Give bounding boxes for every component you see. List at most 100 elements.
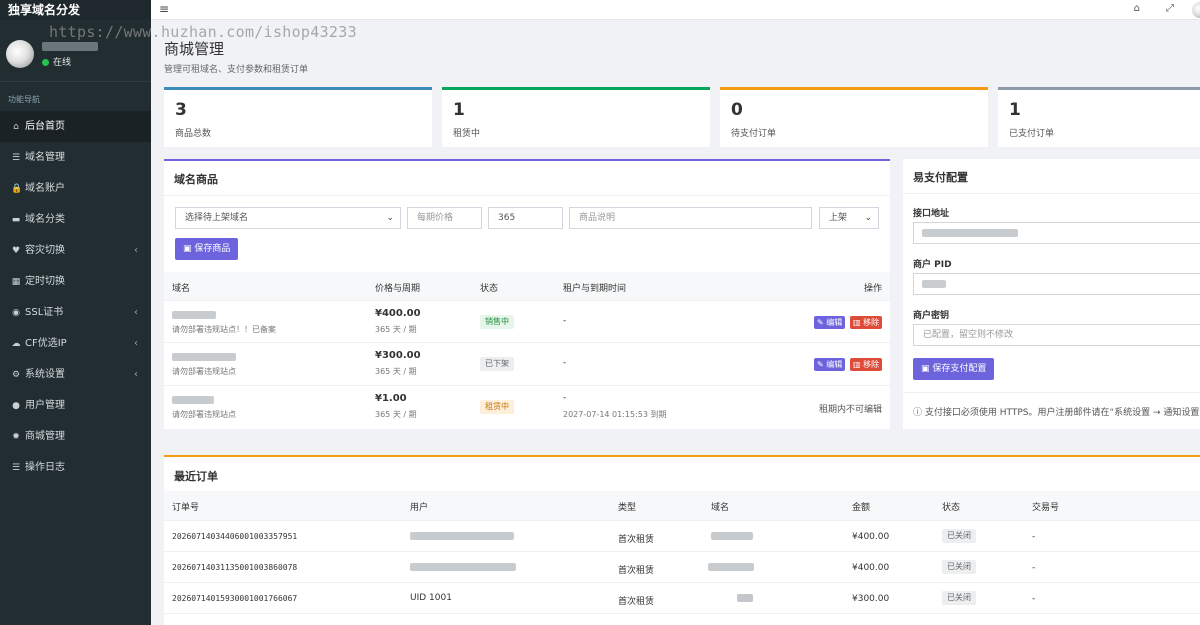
menu-toggle-icon[interactable]: ≡ <box>159 2 169 16</box>
product-price: ¥1.00 <box>375 393 407 404</box>
product-note: 请勿部署违规站点 <box>172 410 236 419</box>
stat-label: 待支付订单 <box>731 129 777 139</box>
status-badge: 租赁中 <box>480 400 514 414</box>
save-product-button[interactable]: ▣ 保存商品 <box>175 238 239 260</box>
domain-select[interactable]: 选择待上架域名 ⌄ <box>175 207 401 229</box>
domain-blurred <box>711 532 753 540</box>
trade-no: - <box>1032 563 1036 573</box>
calendar-icon: ▦ <box>11 277 21 287</box>
sidebar-item-calendar[interactable]: ▦ 定时切换 <box>0 266 151 297</box>
chevron-down-icon: ⌄ <box>386 213 394 223</box>
key-input[interactable]: 已配置，留空则不修改 <box>913 324 1200 346</box>
api-url-blurred <box>922 229 1018 237</box>
remove-button[interactable]: ▥ 移除 <box>850 316 883 329</box>
col-order-id: 订单号 <box>172 503 200 513</box>
order-amount: ¥400.00 <box>852 532 890 542</box>
sidebar-item-heartbeat[interactable]: ♥ 容灾切换 ‹ <box>0 235 151 266</box>
sidebar-item-label: CF优选IP <box>25 338 67 349</box>
remove-button[interactable]: ▥ 移除 <box>850 358 883 371</box>
sidebar-item-gear[interactable]: ✹ 商城管理 <box>0 421 151 452</box>
sidebar-item-user[interactable]: ● 用户管理 <box>0 390 151 421</box>
tenant: - <box>563 393 567 403</box>
topbar: ≡ ⌂ ⤢ <box>151 0 1200 20</box>
main-content: 商城管理 管理可租域名、支付参数和租赁订单 3 商品总数 1 租赁中 0 待支付… <box>151 20 1200 625</box>
orders-title: 最近订单 <box>174 470 218 483</box>
days-input[interactable]: 365 <box>488 207 563 229</box>
stat-value: 1 <box>453 100 465 120</box>
col-price: 价格与周期 <box>375 284 421 294</box>
avatar <box>6 40 34 68</box>
save-payment-button[interactable]: ▣ 保存支付配置 <box>913 358 995 380</box>
product-price: ¥300.00 <box>375 350 421 361</box>
sidebar-item-label: 定时切换 <box>25 276 65 287</box>
sidebar-item-folder[interactable]: ▬ 域名分类 <box>0 204 151 235</box>
pid-blurred <box>922 280 946 288</box>
sidebar-item-label: 后台首页 <box>25 121 65 132</box>
sidebar-item-lock[interactable]: 🔒 域名账户 <box>0 173 151 204</box>
fullscreen-icon[interactable]: ⤢ <box>1166 3 1174 14</box>
price-input[interactable]: 每期价格 <box>407 207 482 229</box>
pid-input[interactable] <box>913 273 1200 295</box>
home-icon[interactable]: ⌂ <box>1134 3 1140 14</box>
orders-box: 最近订单 订单号 用户 类型 域名 金额 状态 交易号 202607140344… <box>164 455 1200 625</box>
online-dot-icon <box>42 59 49 66</box>
domain-blurred <box>172 396 214 404</box>
domain-blurred <box>172 311 216 319</box>
product-note: 请勿部署违规站点 <box>172 367 236 376</box>
sidebar-item-cloud[interactable]: ☁ CF优选IP ‹ <box>0 328 151 359</box>
divider <box>164 385 890 386</box>
col-domain: 域名 <box>711 503 730 513</box>
folder-icon: ▬ <box>11 215 21 225</box>
sidebar-item-label: SSL证书 <box>25 307 64 318</box>
divider <box>164 613 1200 614</box>
expire-time: 2027-07-14 01:15:53 到期 <box>563 410 667 419</box>
product-period: 365 天 / 期 <box>375 367 417 376</box>
status-select[interactable]: 上架 ⌄ <box>819 207 879 229</box>
nav-list: ⌂ 后台首页 ☰ 域名管理 🔒 域名账户 ▬ 域名分类 ♥ 容灾切换 ‹ ▦ 定时切换 ◉ SSL证书 ‹ ☁ C… <box>0 111 151 483</box>
payment-config-box: 易支付配置 接口地址 商户 PID 商户密钥 已配置，留空则不修改 ▣ 保存支付… <box>903 159 1200 429</box>
col-trade-no: 交易号 <box>1032 503 1060 513</box>
top-avatar[interactable] <box>1192 2 1200 18</box>
sidebar-item-home[interactable]: ⌂ 后台首页 <box>0 111 151 142</box>
edit-button[interactable]: ✎ 编辑 <box>814 316 846 329</box>
chevron-left-icon: ‹ <box>134 369 138 380</box>
order-user: UID 1001 <box>410 593 452 603</box>
pid-label: 商户 PID <box>913 260 952 270</box>
products-title: 域名商品 <box>174 173 218 186</box>
api-url-label: 接口地址 <box>913 209 950 219</box>
chevron-down-icon: ⌄ <box>864 213 872 223</box>
api-url-input[interactable] <box>913 222 1200 244</box>
status-badge: 销售中 <box>480 315 514 329</box>
gear-icon: ✹ <box>12 432 20 442</box>
trade-no: - <box>1032 532 1036 542</box>
user-status: 在线 <box>42 58 71 68</box>
description-input[interactable]: 商品说明 <box>569 207 812 229</box>
sidebar-item-label: 操作日志 <box>25 462 65 473</box>
edit-button[interactable]: ✎ 编辑 <box>814 358 846 371</box>
page-title: 商城管理 <box>164 40 225 58</box>
order-id: 20260714034406001003357951 <box>172 532 298 541</box>
sidebar-item-shield[interactable]: ◉ SSL证书 ‹ <box>0 297 151 328</box>
col-type: 类型 <box>618 503 637 513</box>
col-user: 用户 <box>410 503 429 513</box>
user-blurred <box>410 532 514 540</box>
product-period: 365 天 / 期 <box>375 325 417 334</box>
stat-label: 租赁中 <box>453 129 481 139</box>
sidebar-item-label: 容灾切换 <box>25 245 65 256</box>
order-status-badge: 已关闭 <box>942 560 976 574</box>
col-tenant: 租户与到期时间 <box>563 284 627 294</box>
sidebar-item-gears[interactable]: ⚙ 系统设置 ‹ <box>0 359 151 390</box>
sidebar-item-log[interactable]: ☰ 操作日志 <box>0 452 151 483</box>
log-icon: ☰ <box>11 463 21 473</box>
stat-value: 0 <box>731 100 743 120</box>
save-icon: ▣ <box>921 364 933 374</box>
cloud-icon: ☁ <box>11 339 21 349</box>
order-amount: ¥400.00 <box>852 563 890 573</box>
chevron-left-icon: ‹ <box>134 245 138 256</box>
order-status-badge: 已关闭 <box>942 529 976 543</box>
domain-blurred <box>172 353 236 361</box>
save-icon: ▣ <box>183 244 195 254</box>
sidebar-item-list[interactable]: ☰ 域名管理 <box>0 142 151 173</box>
order-amount: ¥300.00 <box>852 594 890 604</box>
gears-icon: ⚙ <box>11 370 21 380</box>
